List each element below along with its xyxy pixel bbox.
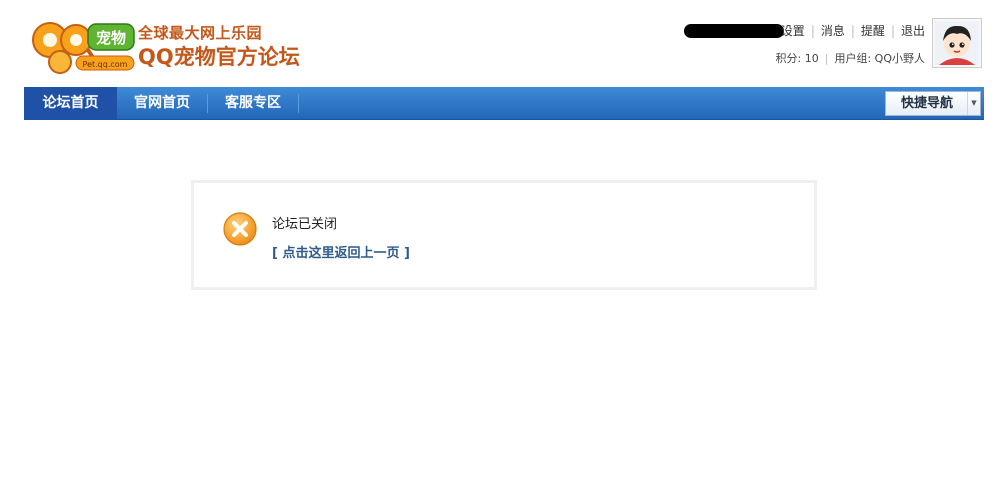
user-points[interactable]: 积分: 10	[776, 50, 819, 66]
divider: |	[890, 23, 895, 38]
forum-title: QQ宠物官方论坛	[138, 45, 300, 69]
user-info: 积分: 10 | 用户组: QQ小野人	[776, 50, 925, 66]
nav-official-home[interactable]: 官网首页	[117, 87, 207, 119]
messages-link[interactable]: 消息	[821, 22, 845, 39]
nav-customer-service[interactable]: 客服专区	[208, 87, 298, 119]
logout-link[interactable]: 退出	[901, 22, 925, 39]
divider: |	[810, 23, 815, 38]
logo-mark-sub: Pet.qq.com	[83, 60, 128, 69]
quick-nav-label: 快捷导航	[900, 96, 953, 111]
avatar-icon	[935, 21, 979, 65]
divider: |	[850, 23, 855, 38]
avatar[interactable]	[932, 18, 982, 68]
logo-mark-text: 宠物	[96, 29, 126, 47]
divider	[298, 94, 299, 113]
logo-tagline: 全球最大网上乐园	[138, 24, 263, 42]
back-link[interactable]: [ 点击这里返回上一页 ]	[272, 242, 410, 261]
qq-pet-logo[interactable]: 宠物 Pet.qq.com	[32, 10, 136, 76]
header: 宠物 Pet.qq.com 全球最大网上乐园 QQ宠物官方论坛 设置 | 消息 …	[0, 0, 1001, 86]
chevron-down-icon[interactable]: ▼	[967, 92, 980, 115]
message-title: 论坛已关闭	[272, 217, 338, 232]
main-nav: 论坛首页 官网首页 客服专区	[24, 87, 984, 120]
message-box: 论坛已关闭 [ 点击这里返回上一页 ]	[191, 180, 817, 290]
divider: |	[824, 51, 829, 65]
notifications-link[interactable]: 提醒	[861, 22, 885, 39]
quick-nav-dropdown[interactable]: 快捷导航 ▼	[885, 91, 981, 116]
user-links: 设置 | 消息 | 提醒 | 退出	[781, 22, 925, 39]
nav-forum-home[interactable]: 论坛首页	[24, 87, 117, 119]
user-group[interactable]: 用户组: QQ小野人	[834, 50, 925, 66]
settings-link[interactable]: 设置	[781, 22, 805, 39]
error-icon	[223, 212, 257, 246]
redacted-username	[684, 24, 784, 38]
